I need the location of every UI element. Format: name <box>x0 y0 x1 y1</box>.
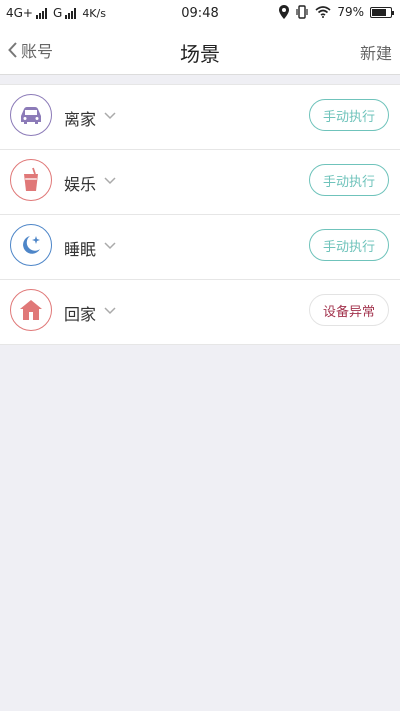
scene-name: 离家 <box>64 110 97 129</box>
scene-list: 离家 手动执行 娱乐 手动执行 睡眠 手动执行 回家 设备异常 <box>0 84 400 345</box>
manual-execute-button[interactable]: 手动执行 <box>309 229 389 261</box>
drink-icon <box>10 159 52 201</box>
moon-icon <box>10 224 52 266</box>
chevron-down-icon[interactable] <box>104 242 116 250</box>
status-bar: 4G+ G 4K/s 09:48 79% <box>0 0 400 28</box>
status-right: 79% <box>279 5 394 19</box>
device-error-button[interactable]: 设备异常 <box>309 294 389 326</box>
nav-bar: 账号 场景 新建 <box>0 28 400 75</box>
scene-name: 回家 <box>64 305 97 324</box>
manual-execute-button[interactable]: 手动执行 <box>309 164 389 196</box>
page-title: 场景 <box>180 42 220 66</box>
car-icon <box>10 94 52 136</box>
chevron-down-icon[interactable] <box>104 177 116 185</box>
new-button[interactable]: 新建 <box>360 40 392 64</box>
chevron-down-icon[interactable] <box>104 307 116 315</box>
home-icon <box>10 289 52 331</box>
scene-row[interactable]: 睡眠 手动执行 <box>0 215 400 280</box>
scene-row[interactable]: 离家 手动执行 <box>0 85 400 150</box>
chevron-down-icon[interactable] <box>104 112 116 120</box>
vibrate-icon <box>296 5 308 19</box>
location-icon <box>279 5 290 19</box>
wifi-icon <box>315 6 331 18</box>
battery-percent: 79% <box>337 5 364 19</box>
scene-name: 睡眠 <box>64 240 97 259</box>
scene-row[interactable]: 娱乐 手动执行 <box>0 150 400 215</box>
scene-name: 娱乐 <box>64 175 97 194</box>
scene-row[interactable]: 回家 设备异常 <box>0 280 400 345</box>
manual-execute-button[interactable]: 手动执行 <box>309 99 389 131</box>
battery-icon <box>370 6 394 18</box>
